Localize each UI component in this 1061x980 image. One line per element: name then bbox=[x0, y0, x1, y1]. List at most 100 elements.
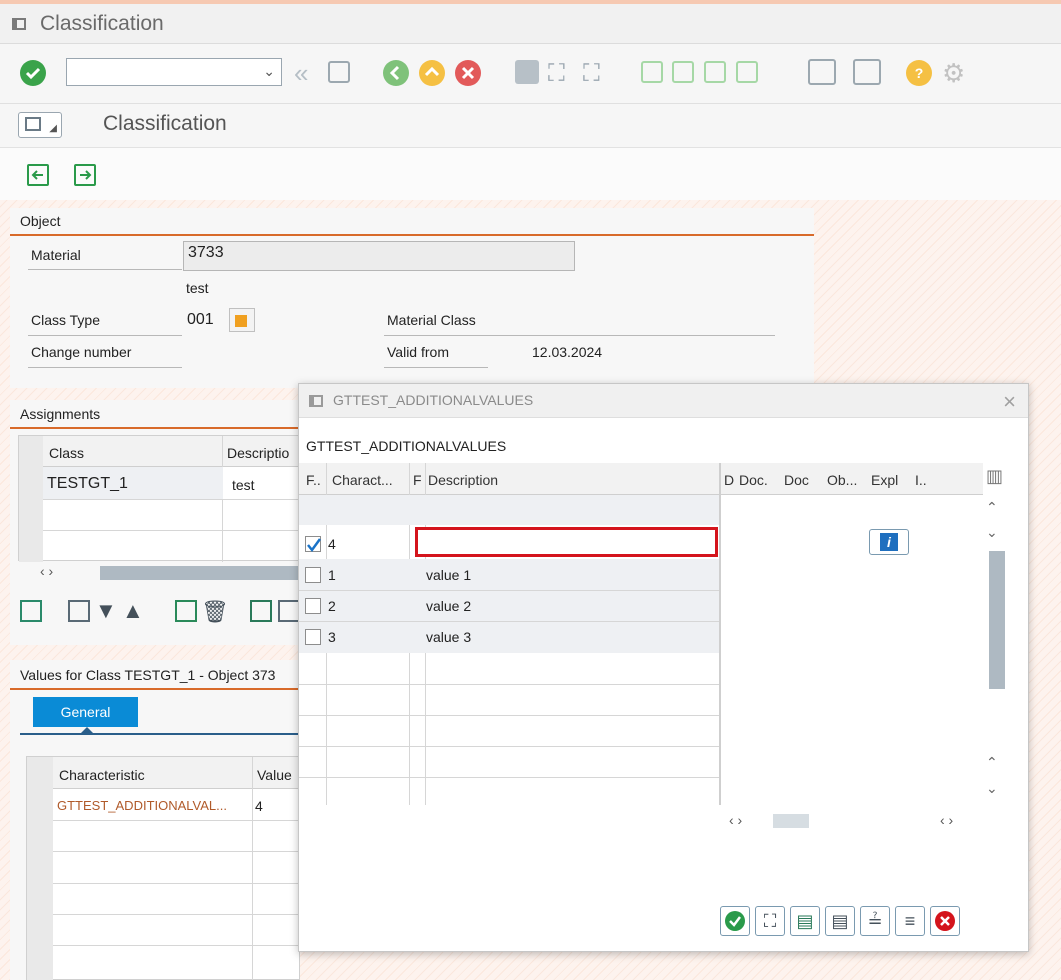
value-cell[interactable]: 4 bbox=[255, 798, 263, 814]
back-double-icon[interactable]: « bbox=[294, 58, 308, 89]
class-type-help-icon[interactable] bbox=[229, 308, 255, 332]
page-title: Classification bbox=[103, 112, 227, 135]
col-value-header[interactable]: Value bbox=[257, 767, 292, 783]
previous-page-icon[interactable] bbox=[672, 61, 694, 83]
deselect-all-button[interactable]: ▤ bbox=[825, 906, 855, 936]
column-settings-icon[interactable]: ▥ bbox=[986, 466, 1008, 492]
previous-object-icon[interactable] bbox=[27, 164, 49, 186]
row-checkbox[interactable] bbox=[305, 629, 321, 645]
find-icon[interactable]: ⛶ bbox=[548, 60, 565, 88]
save-icon[interactable] bbox=[328, 61, 350, 83]
popup-subtitle: GTTEST_ADDITIONALVALUES bbox=[306, 438, 507, 454]
settings-gear-icon[interactable]: ⚙ bbox=[942, 58, 965, 89]
cancel-button[interactable] bbox=[930, 906, 960, 936]
assignments-hscrollbar[interactable] bbox=[100, 566, 300, 580]
assignment-class-cell[interactable]: TESTGT_1 bbox=[47, 475, 128, 493]
row-checkbox[interactable] bbox=[305, 598, 321, 614]
characteristic-cell[interactable]: GTTEST_ADDITIONALVAL... bbox=[57, 798, 227, 813]
row-description-cell[interactable]: value 1 bbox=[426, 567, 471, 583]
first-page-icon[interactable] bbox=[641, 61, 663, 83]
next-page-icon[interactable] bbox=[704, 61, 726, 83]
shortcut-icon[interactable] bbox=[853, 59, 881, 85]
window-title-bar: Classification bbox=[0, 4, 1061, 44]
hscroll-arrows-right-icon[interactable]: ‹ › bbox=[940, 812, 953, 828]
window-title: Classification bbox=[40, 11, 164, 35]
values-row-selector-column[interactable] bbox=[27, 757, 53, 980]
col-doc-header[interactable]: Doc. bbox=[739, 472, 768, 488]
delete-selection-icon[interactable] bbox=[68, 600, 90, 622]
trash-icon[interactable]: 🗑 bbox=[201, 599, 229, 625]
find-next-icon[interactable]: ⛶ bbox=[583, 60, 600, 88]
menu-button[interactable]: ◢ bbox=[18, 112, 62, 138]
col-ob-header[interactable]: Ob... bbox=[827, 472, 857, 488]
move-up-icon[interactable]: ▲ bbox=[122, 598, 144, 624]
col-doc2-header[interactable]: Doc bbox=[784, 472, 809, 488]
info-button[interactable]: i bbox=[869, 529, 909, 555]
row-value-cell[interactable]: 1 bbox=[328, 567, 336, 583]
col-description-header[interactable]: Description bbox=[428, 472, 498, 488]
next-object-icon[interactable] bbox=[74, 164, 96, 186]
command-field[interactable]: ⌄ bbox=[66, 58, 282, 86]
row-checkbox-checked[interactable] bbox=[305, 536, 322, 553]
col-characteristic-header[interactable]: Characteristic bbox=[59, 767, 145, 783]
material-label-underline bbox=[28, 269, 182, 270]
window-menu-icon[interactable] bbox=[12, 17, 26, 30]
select-all-button[interactable]: ▤ bbox=[790, 906, 820, 936]
row-description-cell[interactable]: value 3 bbox=[426, 629, 471, 645]
col-d-header[interactable]: D bbox=[724, 472, 734, 488]
col-f-header[interactable]: F.. bbox=[306, 472, 321, 488]
assignment-description-cell[interactable]: test bbox=[232, 477, 255, 493]
assignments-heading-line bbox=[10, 427, 300, 429]
deselect-all-icon[interactable] bbox=[278, 600, 300, 622]
description-input-highlighted[interactable] bbox=[415, 527, 718, 557]
object-panel: Object Material 3733 test Class Type 001… bbox=[10, 208, 814, 388]
insert-row-icon[interactable] bbox=[20, 600, 42, 622]
assignments-panel: Assignments Class Descriptio TESTGT_1 te… bbox=[10, 400, 301, 645]
material-field[interactable]: 3733 bbox=[183, 241, 575, 271]
col-f2-header[interactable]: F bbox=[413, 472, 422, 488]
add-entry-icon[interactable] bbox=[175, 600, 197, 622]
back-icon[interactable] bbox=[383, 60, 409, 86]
hscroll-arrows-icon[interactable]: ‹ › bbox=[729, 812, 742, 828]
col-charact-header[interactable]: Charact... bbox=[332, 472, 393, 488]
help-icon[interactable]: ? bbox=[906, 60, 932, 86]
print-icon[interactable] bbox=[515, 60, 539, 84]
last-page-icon[interactable] bbox=[736, 61, 758, 83]
col-expl-header[interactable]: Expl bbox=[871, 472, 898, 488]
scroll-left-right-icon[interactable]: ‹ › bbox=[40, 563, 53, 579]
scroll-up-icon[interactable]: ⌃ bbox=[986, 499, 998, 516]
scroll-down-icon[interactable]: ⌄ bbox=[986, 524, 998, 541]
select-all-icon[interactable] bbox=[250, 600, 272, 622]
scroll-up-icon-lower[interactable]: ⌃ bbox=[986, 754, 998, 771]
row-value-cell[interactable]: 2 bbox=[328, 598, 336, 614]
filter-button[interactable]: ≡ bbox=[895, 906, 925, 936]
command-dropdown-icon[interactable]: ⌄ bbox=[263, 63, 275, 80]
search-button[interactable]: ⛶ bbox=[755, 906, 785, 936]
col-description-header[interactable]: Descriptio bbox=[227, 445, 289, 461]
popup-vscrollbar[interactable] bbox=[989, 551, 1005, 689]
close-icon[interactable]: × bbox=[1003, 389, 1016, 415]
row-description-cell[interactable]: value 2 bbox=[426, 598, 471, 614]
confirm-button[interactable] bbox=[720, 906, 750, 936]
cancel-icon[interactable] bbox=[455, 60, 481, 86]
row-value-cell[interactable]: 4 bbox=[328, 536, 336, 552]
tab-general[interactable]: General bbox=[33, 697, 138, 727]
assignments-row-selector-column[interactable] bbox=[19, 436, 43, 562]
col-class-header[interactable]: Class bbox=[49, 445, 84, 461]
change-number-label: Change number bbox=[31, 344, 132, 360]
enter-checkmark-icon[interactable] bbox=[20, 60, 46, 86]
sort-button[interactable]: ≟ bbox=[860, 906, 890, 936]
exit-icon[interactable] bbox=[419, 60, 445, 86]
col-i-header[interactable]: I.. bbox=[915, 472, 927, 488]
row-value-cell[interactable]: 3 bbox=[328, 629, 336, 645]
popup-hscrollbar[interactable] bbox=[773, 814, 809, 828]
create-session-icon[interactable] bbox=[808, 59, 836, 85]
class-type-value[interactable]: 001 bbox=[187, 311, 214, 329]
valid-from-label: Valid from bbox=[387, 344, 449, 360]
row-checkbox[interactable] bbox=[305, 567, 321, 583]
scroll-down-icon-lower[interactable]: ⌄ bbox=[986, 780, 998, 797]
move-down-icon[interactable]: ▼ bbox=[95, 598, 117, 624]
valid-from-value[interactable]: 12.03.2024 bbox=[532, 344, 602, 360]
popup-window-icon bbox=[309, 395, 323, 407]
application-toolbar bbox=[0, 148, 1061, 200]
